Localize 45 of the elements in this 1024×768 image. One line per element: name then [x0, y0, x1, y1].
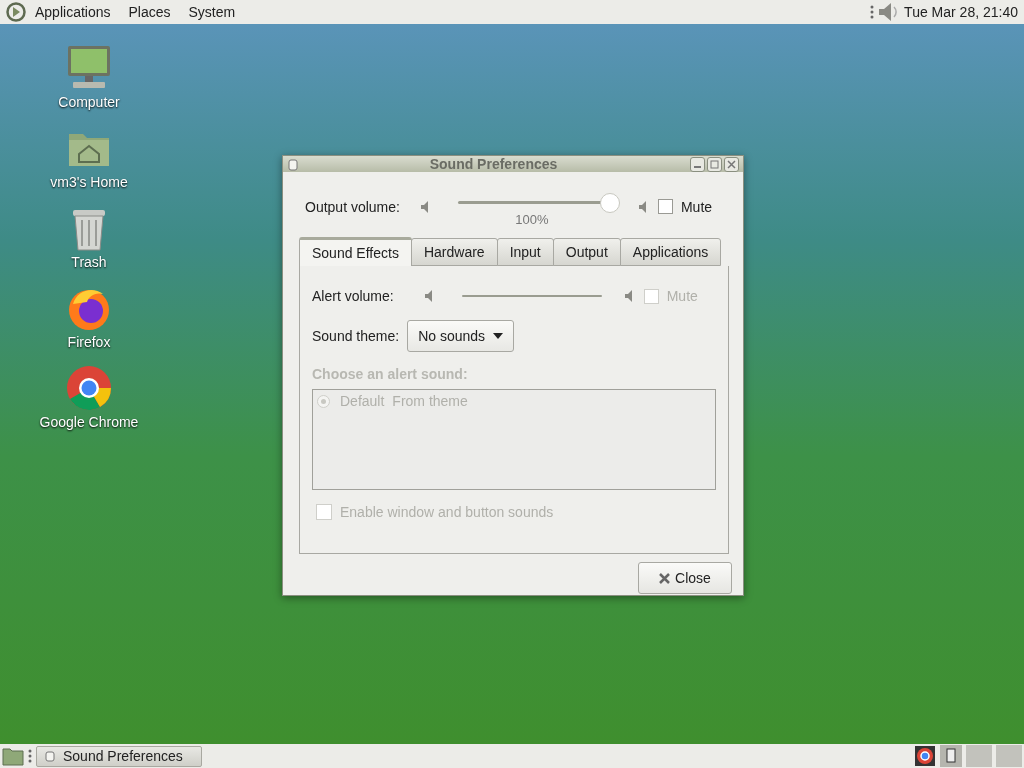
slider-thumb[interactable] — [599, 193, 620, 213]
minimize-button[interactable] — [690, 156, 705, 172]
sound-theme-label: Sound theme: — [312, 328, 400, 344]
taskbar-button[interactable]: Sound Preferences — [36, 745, 202, 767]
menu-item[interactable]: Applications — [26, 4, 120, 20]
close-icon — [727, 159, 736, 169]
sound-source: From theme — [392, 393, 468, 409]
tab[interactable]: Applications — [619, 238, 722, 266]
maximize-button[interactable] — [707, 156, 722, 172]
workspace-icon[interactable] — [914, 745, 936, 767]
output-volume-slider[interactable] — [457, 192, 618, 212]
maximize-icon — [710, 159, 719, 169]
output-volume-label: Output volume: — [305, 198, 400, 215]
chrome-icon — [65, 364, 113, 412]
volume-reading: 100% — [515, 212, 549, 227]
enable-sounds-label: Enable window and button sounds — [340, 504, 554, 520]
alert-volume-label: Alert volume: — [312, 288, 394, 304]
close-window-button[interactable] — [724, 156, 739, 172]
desktop-icon-label[interactable]: Computer — [58, 94, 120, 110]
clock[interactable]: Tue Mar 28, 21:40 — [900, 4, 1018, 20]
close-icon — [659, 572, 671, 584]
desktop-icon-label[interactable]: Trash — [71, 254, 107, 270]
menu-item[interactable]: System — [179, 4, 245, 20]
desktop-icon-label[interactable]: vm3's Home — [50, 174, 128, 190]
sound-theme-dropdown[interactable]: No sounds — [407, 320, 515, 352]
handle-icon — [870, 4, 875, 20]
sound-name: Default — [340, 393, 385, 409]
close-button[interactable]: Close — [638, 562, 732, 594]
mute-label: Mute — [680, 198, 713, 215]
window-title: Sound Preferences — [428, 156, 559, 172]
logo-icon — [6, 2, 26, 22]
desktop-icon-label[interactable]: Google Chrome — [39, 414, 139, 430]
tab[interactable]: Output — [552, 238, 621, 266]
tab[interactable]: Hardware — [410, 238, 498, 266]
folder-icon[interactable] — [2, 746, 24, 766]
alert-sound-heading: Choose an alert sound: — [312, 366, 469, 382]
mute-label: Mute — [666, 288, 698, 304]
minimize-icon — [694, 166, 701, 168]
menu-item[interactable]: Places — [119, 4, 180, 20]
caret-icon — [493, 333, 504, 339]
tab[interactable]: Sound Effects — [299, 237, 412, 266]
handle-icon — [28, 748, 32, 764]
desktop-icon-label[interactable]: Firefox — [67, 334, 111, 350]
mute-checkbox[interactable] — [657, 199, 673, 214]
tab[interactable]: Input — [496, 238, 554, 266]
